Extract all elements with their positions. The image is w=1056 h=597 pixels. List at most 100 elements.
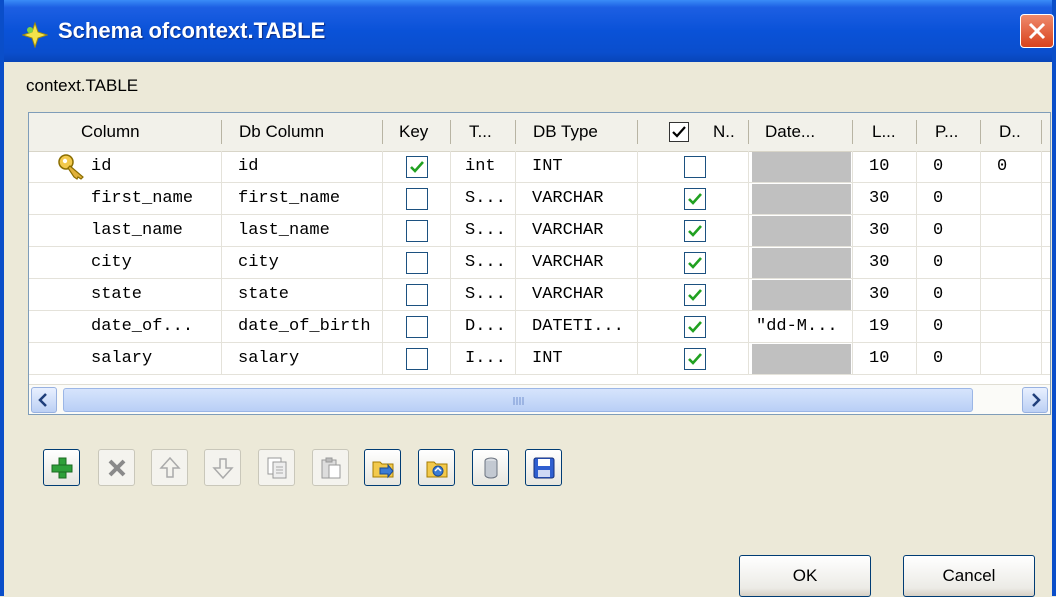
cell-precision[interactable]: 0 [933, 151, 943, 183]
export-button[interactable] [418, 449, 455, 486]
key-checkbox[interactable] [406, 220, 428, 242]
cell-db-column[interactable]: id [238, 151, 258, 183]
cell-db-column[interactable]: date_of_birth [238, 311, 371, 343]
cell-precision[interactable]: 0 [933, 343, 943, 375]
header-db-column[interactable]: Db Column [239, 113, 324, 151]
table-row[interactable]: first_name first_name S... VARCHAR 30 0 [29, 183, 1050, 215]
cell-db-column[interactable]: last_name [238, 215, 330, 247]
save-button[interactable] [525, 449, 562, 486]
ok-button[interactable]: OK [739, 555, 871, 597]
database-button[interactable] [472, 449, 509, 486]
paste-button[interactable] [312, 449, 349, 486]
cell-length[interactable]: 30 [869, 215, 889, 247]
cell-type[interactable]: I... [465, 343, 506, 375]
copy-button[interactable] [258, 449, 295, 486]
header-date-pattern[interactable]: Date... [765, 113, 815, 151]
cell-db-type[interactable]: VARCHAR [532, 215, 603, 247]
cell-precision[interactable]: 0 [933, 311, 943, 343]
header-nullable[interactable]: N.. [713, 113, 735, 151]
add-button[interactable] [43, 449, 80, 486]
nullable-checkbox[interactable] [684, 316, 706, 338]
key-checkbox[interactable] [406, 348, 428, 370]
context-label: context.TABLE [26, 76, 139, 95]
cell-db-type[interactable]: VARCHAR [532, 279, 603, 311]
cell-type[interactable]: S... [465, 215, 506, 247]
cell-db-type[interactable]: VARCHAR [532, 183, 603, 215]
cell-length[interactable]: 30 [869, 183, 889, 215]
cell-type[interactable]: int [465, 151, 496, 183]
nullable-checkbox[interactable] [684, 284, 706, 306]
header-key[interactable]: Key [399, 113, 428, 151]
cell-type[interactable]: D... [465, 311, 506, 343]
cell-date-pattern[interactable]: "dd-M... [756, 311, 838, 343]
nullable-checkbox[interactable] [684, 252, 706, 274]
cell-length[interactable]: 30 [869, 247, 889, 279]
cell-date-pattern-disabled [752, 344, 851, 375]
cell-db-column[interactable]: salary [238, 343, 299, 375]
cell-db-type[interactable]: VARCHAR [532, 247, 603, 279]
scroll-left-button[interactable] [31, 387, 57, 413]
cell-db-type[interactable]: INT [532, 343, 563, 375]
key-checkbox[interactable] [406, 156, 428, 178]
table-row[interactable]: state state S... VARCHAR 30 0 [29, 279, 1050, 311]
close-button[interactable] [1020, 14, 1054, 48]
cell-length[interactable]: 19 [869, 311, 889, 343]
table-row[interactable]: id id int INT 10 0 0 [29, 151, 1050, 183]
cell-precision[interactable]: 0 [933, 279, 943, 311]
header-type[interactable]: T... [469, 113, 492, 151]
nullable-checkbox[interactable] [684, 188, 706, 210]
cell-column[interactable]: first_name [91, 183, 193, 215]
key-checkbox[interactable] [406, 252, 428, 274]
key-checkbox[interactable] [406, 188, 428, 210]
schema-table[interactable]: Column Db Column Key T... DB Type N.. Da… [28, 112, 1051, 415]
key-checkbox[interactable] [406, 316, 428, 338]
import-button[interactable] [364, 449, 401, 486]
cell-type[interactable]: S... [465, 183, 506, 215]
cell-column[interactable]: city [91, 247, 132, 279]
cell-column[interactable]: id [91, 151, 111, 183]
cell-length[interactable]: 30 [869, 279, 889, 311]
cell-length[interactable]: 10 [869, 151, 889, 183]
cell-type[interactable]: S... [465, 279, 506, 311]
header-precision[interactable]: P... [935, 113, 958, 151]
cell-column[interactable]: state [91, 279, 142, 311]
title-bar[interactable]: Schema ofcontext.TABLE [4, 0, 1054, 62]
table-row[interactable]: date_of... date_of_birth D... DATETI... "dd-… [29, 311, 1050, 343]
cell-default[interactable]: 0 [997, 151, 1007, 183]
delete-button[interactable] [98, 449, 135, 486]
move-down-button[interactable] [204, 449, 241, 486]
cell-precision[interactable]: 0 [933, 183, 943, 215]
select-all-nullable-checkbox[interactable] [669, 122, 689, 142]
table-row[interactable]: salary salary I... INT 10 0 [29, 343, 1050, 375]
cell-column[interactable]: date_of... [91, 311, 193, 343]
cell-db-type[interactable]: DATETI... [532, 311, 624, 343]
nullable-checkbox[interactable] [684, 156, 706, 178]
scrollbar-thumb[interactable] [63, 388, 973, 412]
cell-db-type[interactable]: INT [532, 151, 563, 183]
header-db-type[interactable]: DB Type [533, 113, 598, 151]
cell-db-column[interactable]: first_name [238, 183, 340, 215]
header-length[interactable]: L... [872, 113, 896, 151]
check-icon [688, 321, 702, 333]
cell-db-column[interactable]: state [238, 279, 289, 311]
move-up-button[interactable] [151, 449, 188, 486]
chevron-right-icon [1032, 393, 1041, 407]
header-default[interactable]: D.. [999, 113, 1021, 151]
check-icon [688, 257, 702, 269]
scroll-right-button[interactable] [1022, 387, 1048, 413]
cell-precision[interactable]: 0 [933, 247, 943, 279]
cell-db-column[interactable]: city [238, 247, 279, 279]
cell-type[interactable]: S... [465, 247, 506, 279]
horizontal-scrollbar[interactable] [29, 384, 1050, 414]
cell-column[interactable]: salary [91, 343, 152, 375]
table-row[interactable]: city city S... VARCHAR 30 0 [29, 247, 1050, 279]
cell-precision[interactable]: 0 [933, 215, 943, 247]
nullable-checkbox[interactable] [684, 220, 706, 242]
table-row[interactable]: last_name last_name S... VARCHAR 30 0 [29, 215, 1050, 247]
cancel-button[interactable]: Cancel [903, 555, 1035, 597]
key-checkbox[interactable] [406, 284, 428, 306]
cell-length[interactable]: 10 [869, 343, 889, 375]
header-column[interactable]: Column [81, 113, 140, 151]
nullable-checkbox[interactable] [684, 348, 706, 370]
cell-column[interactable]: last_name [91, 215, 183, 247]
